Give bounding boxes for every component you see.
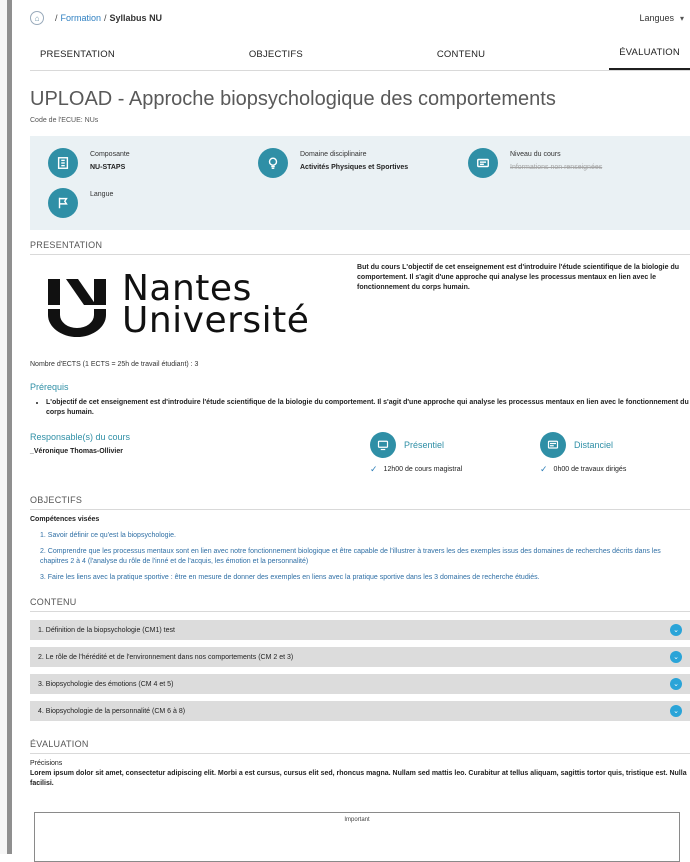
accordion-item[interactable]: 2. Le rôle de l'hérédité et de l'environ… — [30, 647, 690, 667]
accordion-item[interactable]: 4. Biopsychologie de la personnalité (CM… — [30, 701, 690, 721]
competences-heading: Compétences visées — [30, 516, 100, 523]
breadcrumb-separator: / — [104, 13, 107, 23]
level-icon — [468, 148, 498, 178]
breadcrumb-separator: / — [55, 13, 58, 23]
accordion-item[interactable]: 3. Biopsychologie des émotions (CM 4 et … — [30, 674, 690, 694]
chevron-down-icon[interactable]: ⌄ — [670, 651, 682, 663]
chevron-down-icon: ▾ — [679, 13, 684, 23]
tab-contenu[interactable]: CONTENU — [427, 49, 495, 70]
course-info-band: Composante NU-STAPS Domaine disciplinair… — [30, 136, 690, 230]
contenu-accordion: 1. Définition de la biopsychologie (CM1)… — [30, 620, 690, 721]
info-label: Niveau du cours — [510, 151, 561, 158]
info-langue: Langue — [48, 188, 258, 218]
breadcrumb-current: Syllabus NU — [109, 13, 163, 23]
presentation-description: But du cours L'objectif de cet enseignem… — [357, 264, 680, 291]
section-heading-contenu: CONTENU — [30, 597, 690, 612]
tab-presentation[interactable]: PRESENTATION — [30, 49, 125, 70]
info-composante: Composante NU-STAPS — [48, 148, 258, 178]
home-icon[interactable]: ⌂ — [30, 11, 44, 25]
info-value: Informations non renseignées — [510, 164, 603, 171]
flag-icon — [48, 188, 78, 218]
responsable-name: _Véronique Thomas-Ollivier — [30, 448, 123, 455]
presentation-block: Nantes Université But du cours L'objecti… — [30, 261, 690, 355]
list-item: 1. Savoir définir ce qu'est la biopsycho… — [40, 532, 176, 539]
chevron-down-icon[interactable]: ⌄ — [670, 678, 682, 690]
breadcrumb-link-formation[interactable]: Formation — [61, 13, 102, 23]
logo-text-line2: Université — [122, 300, 310, 341]
language-selector[interactable]: Langues ▾ — [639, 13, 684, 23]
university-logo-mark — [48, 279, 106, 337]
language-label: Langues — [639, 13, 674, 23]
top-bar: ⌂ / Formation / Syllabus NU Langues ▾ — [30, 0, 690, 36]
contenu-section: CONTENU 1. Définition de la biopsycholog… — [30, 597, 690, 721]
accordion-label: 2. Le rôle de l'hérédité et de l'environ… — [38, 653, 294, 661]
lightbulb-icon — [258, 148, 288, 178]
university-logo: Nantes Université — [30, 261, 357, 355]
objectifs-section: OBJECTIFS Compétences visées 1. Savoir d… — [30, 495, 690, 583]
list-item: L'objectif de cet enseignement est d'int… — [46, 398, 690, 418]
info-domaine: Domaine disciplinaire Activités Physique… — [258, 148, 468, 178]
tab-objectifs[interactable]: OBJECTIFS — [239, 49, 313, 70]
modality-presentiel: Présentiel ✓ 12h00 de cours magistral — [370, 432, 520, 475]
modality-line: ✓ 12h00 de cours magistral — [370, 464, 520, 475]
modality-detail: 0h00 de travaux dirigés — [553, 466, 627, 473]
evaluation-section: ÉVALUATION Précisions Lorem ipsum dolor … — [30, 739, 690, 789]
accordion-label: 1. Définition de la biopsychologie (CM1)… — [38, 626, 175, 634]
info-label: Langue — [90, 191, 114, 198]
section-heading-objectifs: OBJECTIFS — [30, 495, 690, 510]
window-left-rail — [0, 0, 12, 854]
course-code: Code de l'ECUE: NUs — [30, 117, 99, 124]
list-item: 2. Comprendre que les processus mentaux … — [40, 548, 661, 565]
page-title: UPLOAD - Approche biopsychologique des c… — [30, 88, 556, 110]
modality-head: Distanciel — [540, 432, 690, 458]
accordion-item[interactable]: 1. Définition de la biopsychologie (CM1)… — [30, 620, 690, 640]
chevron-down-icon[interactable]: ⌄ — [670, 624, 682, 636]
building-icon — [48, 148, 78, 178]
info-label: Domaine disciplinaire — [300, 151, 367, 158]
responsables-block: Responsable(s) du cours _Véronique Thoma… — [30, 432, 350, 475]
chevron-down-icon[interactable]: ⌄ — [670, 705, 682, 717]
objectifs-list: 1. Savoir définir ce qu'est la biopsycho… — [30, 531, 690, 583]
syllabus-page: ⌂ / Formation / Syllabus NU Langues ▾ PR… — [30, 0, 690, 862]
important-label: Important — [344, 817, 370, 823]
distanciel-icon — [540, 432, 566, 458]
accordion-label: 3. Biopsychologie des émotions (CM 4 et … — [38, 680, 174, 688]
responsables-heading: Responsable(s) du cours — [30, 432, 131, 442]
responsables-row: Responsable(s) du cours _Véronique Thoma… — [30, 432, 690, 475]
modality-head: Présentiel — [370, 432, 520, 458]
info-value: Activités Physiques et Sportives — [300, 164, 409, 171]
info-label: Composante — [90, 151, 130, 158]
info-niveau: Niveau du cours Informations non renseig… — [468, 148, 688, 178]
accordion-label: 4. Biopsychologie de la personnalité (CM… — [38, 707, 186, 715]
modality-line: ✓ 0h00 de travaux dirigés — [540, 464, 690, 475]
important-box: Important — [34, 812, 680, 862]
check-icon: ✓ — [540, 464, 548, 474]
section-tabs: PRESENTATION OBJECTIFS CONTENU ÉVALUATIO… — [30, 36, 690, 71]
tab-evaluation[interactable]: ÉVALUATION — [609, 47, 690, 70]
modality-detail: 12h00 de cours magistral — [383, 466, 463, 473]
prerequis-list: L'objectif de cet enseignement est d'int… — [30, 398, 690, 418]
section-heading-evaluation: ÉVALUATION — [30, 739, 690, 754]
prerequis-heading: Prérequis — [30, 382, 69, 392]
list-item: 3. Faire les liens avec la pratique spor… — [40, 574, 540, 581]
precisions-heading: Précisions — [30, 760, 63, 767]
breadcrumb: ⌂ / Formation / Syllabus NU — [30, 11, 162, 25]
check-icon: ✓ — [370, 464, 378, 474]
modality-title: Distanciel — [574, 440, 614, 450]
section-heading-presentation: PRESENTATION — [30, 240, 690, 255]
ects-info: Nombre d'ECTS (1 ECTS = 25h de travail é… — [30, 361, 199, 368]
presentiel-icon — [370, 432, 396, 458]
modality-title: Présentiel — [404, 440, 445, 450]
precisions-text: Lorem ipsum dolor sit amet, consectetur … — [30, 770, 687, 787]
modality-distanciel: Distanciel ✓ 0h00 de travaux dirigés — [540, 432, 690, 475]
info-value: NU-STAPS — [90, 164, 126, 171]
